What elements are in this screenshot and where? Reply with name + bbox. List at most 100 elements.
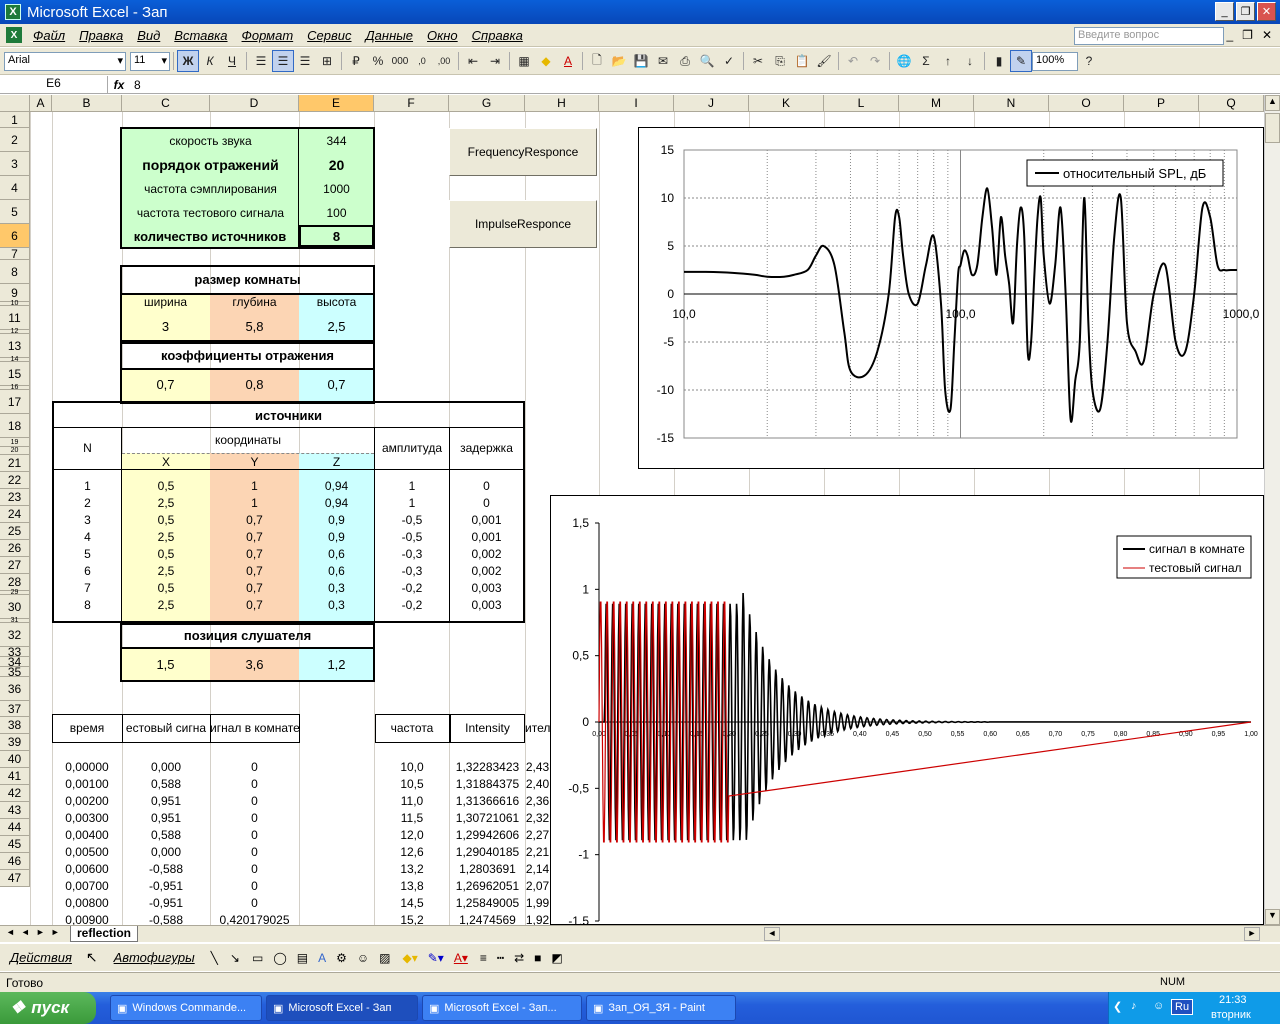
cut-icon[interactable]: ✂ xyxy=(747,50,769,72)
listener-x-value[interactable]: 1,5 xyxy=(121,657,210,672)
column-header-l[interactable]: L xyxy=(824,95,899,112)
source-cell[interactable]: 0,94 xyxy=(299,479,374,493)
source-cell[interactable]: -0,5 xyxy=(375,513,449,527)
frequency-response-chart[interactable]: 15 10 5 0 -5 -10 -15 10,0 100,0 1000,0 относительн… xyxy=(638,127,1264,469)
row-header-19[interactable]: 19 xyxy=(0,438,30,447)
row-header-38[interactable]: 38 xyxy=(0,717,30,734)
undo-icon[interactable]: ↶ xyxy=(842,50,864,72)
source-cell[interactable]: 0,003 xyxy=(450,581,523,595)
sort-ascending-icon[interactable]: ↑ xyxy=(937,50,959,72)
save-icon[interactable]: 💾 xyxy=(630,50,652,72)
data-table-cell[interactable]: 1,30721061 xyxy=(450,811,525,825)
data-table-cell[interactable]: 0,951 xyxy=(122,811,210,825)
excel-app-icon[interactable]: X xyxy=(5,4,21,20)
row-header-40[interactable]: 40 xyxy=(0,751,30,768)
source-cell[interactable]: -0,3 xyxy=(375,547,449,561)
tray-messenger-icon[interactable]: ☺ xyxy=(1153,1000,1164,1012)
workbook-icon[interactable]: X xyxy=(6,27,22,43)
source-cell[interactable]: 0,7 xyxy=(210,581,299,595)
open-folder-icon[interactable]: 📂 xyxy=(608,50,630,72)
data-table-cell[interactable]: 1,29040185 xyxy=(450,845,525,859)
dash-style-icon[interactable]: ┅ xyxy=(497,951,504,965)
merge-cells-icon[interactable]: ⊞ xyxy=(316,50,338,72)
tray-volume-icon[interactable]: ♪ xyxy=(1131,1000,1137,1012)
data-table-cell[interactable]: 1,25849005 xyxy=(450,896,525,910)
line-color-icon[interactable]: ✎▾ xyxy=(428,951,444,965)
autoshapes-menu[interactable]: Автофигуры xyxy=(114,950,195,965)
oval-icon[interactable]: ◯ xyxy=(273,951,286,965)
redo-icon[interactable]: ↷ xyxy=(864,50,886,72)
room-width-value[interactable]: 3 xyxy=(121,319,210,334)
data-table-cell[interactable]: 0,588 xyxy=(122,828,210,842)
column-header-h[interactable]: H xyxy=(525,95,599,112)
row-header-46[interactable]: 46 xyxy=(0,853,30,870)
data-table-cell[interactable]: -0,951 xyxy=(122,896,210,910)
row-header-2[interactable]: 2 xyxy=(0,128,30,152)
data-table-cell[interactable]: 1,29942606 xyxy=(450,828,525,842)
data-table-cell[interactable]: 0 xyxy=(210,845,299,859)
row-header-39[interactable]: 39 xyxy=(0,734,30,751)
decrease-decimal-icon[interactable]: ,00 xyxy=(433,50,455,72)
bold-button[interactable]: Ж xyxy=(177,50,199,72)
data-table-cell[interactable]: 0 xyxy=(210,896,299,910)
row-header-47[interactable]: 47 xyxy=(0,870,30,887)
underline-button[interactable]: Ч xyxy=(221,50,243,72)
thousands-icon[interactable]: 000 xyxy=(389,50,411,72)
source-cell[interactable]: 0,5 xyxy=(122,547,210,561)
fx-icon[interactable]: fx xyxy=(108,78,130,92)
row-header-11[interactable]: 11 xyxy=(0,306,30,330)
data-table-cell[interactable]: 0,00100 xyxy=(52,777,122,791)
row-header-42[interactable]: 42 xyxy=(0,785,30,802)
frequency-response-button[interactable]: FrequencyResponce xyxy=(449,128,597,176)
source-cell[interactable]: -0,5 xyxy=(375,530,449,544)
source-cell[interactable]: 0,003 xyxy=(450,598,523,612)
ask-question-input[interactable]: Введите вопрос xyxy=(1074,27,1224,45)
column-header-c[interactable]: C xyxy=(122,95,210,112)
hscroll-right-icon[interactable]: ► xyxy=(1244,927,1260,941)
row-header-37[interactable]: 37 xyxy=(0,701,30,717)
source-cell[interactable]: 0,5 xyxy=(122,581,210,595)
task-cmd[interactable]: ▣ Windows Commande... xyxy=(110,995,262,1021)
row-header-25[interactable]: 25 xyxy=(0,523,30,540)
source-cell[interactable]: 8 xyxy=(54,598,121,612)
data-table-cell[interactable]: 13,8 xyxy=(375,879,449,893)
column-header-g[interactable]: G xyxy=(449,95,525,112)
column-header-b[interactable]: B xyxy=(52,95,122,112)
format-painter-icon[interactable]: 🖌 xyxy=(813,50,835,72)
menu-edit[interactable]: Правка xyxy=(72,28,130,43)
fill-color-icon[interactable]: ◆▾ xyxy=(402,951,417,965)
room-depth-value[interactable]: 5,8 xyxy=(210,319,299,334)
column-header-d[interactable]: D xyxy=(210,95,299,112)
data-table-cell[interactable]: -0,588 xyxy=(122,913,210,925)
formula-input[interactable]: 8 xyxy=(130,78,141,92)
source-cell[interactable]: 0,9 xyxy=(299,530,374,544)
picture-icon[interactable]: ▨ xyxy=(379,951,390,965)
data-table-cell[interactable]: 0,00200 xyxy=(52,794,122,808)
data-table-cell[interactable]: 2,21 xyxy=(525,845,550,859)
data-table-cell[interactable]: 12,0 xyxy=(375,828,449,842)
row-header-45[interactable]: 45 xyxy=(0,836,30,853)
source-cell[interactable]: 1 xyxy=(210,479,299,493)
source-cell[interactable]: 0 xyxy=(450,496,523,510)
source-cell[interactable]: 7 xyxy=(54,581,121,595)
source-cell[interactable]: 2,5 xyxy=(122,598,210,612)
increase-indent-icon[interactable]: ⇥ xyxy=(484,50,506,72)
scroll-thumb[interactable] xyxy=(1265,113,1280,143)
data-table-cell[interactable]: 14,5 xyxy=(375,896,449,910)
data-table-cell[interactable]: 0,00800 xyxy=(52,896,122,910)
data-table-cell[interactable]: 2,27 xyxy=(525,828,550,842)
row-header-22[interactable]: 22 xyxy=(0,472,30,489)
spelling-icon[interactable]: ✓ xyxy=(718,50,740,72)
column-header-k[interactable]: K xyxy=(749,95,824,112)
doc-restore-button[interactable]: ❐ xyxy=(1242,28,1253,42)
3d-icon[interactable]: ◩ xyxy=(551,951,562,965)
tab-nav-arrows-icon[interactable]: ◄◄►► xyxy=(6,927,66,937)
listener-y-value[interactable]: 3,6 xyxy=(210,657,299,672)
data-table-cell[interactable]: 2,40 xyxy=(525,777,550,791)
data-table-cell[interactable]: 15,2 xyxy=(375,913,449,925)
diagram-icon[interactable]: ⚙ xyxy=(336,951,347,965)
task-excel-2[interactable]: ▣ Microsoft Excel - Зап... xyxy=(422,995,582,1021)
listener-z-value[interactable]: 1,2 xyxy=(299,657,374,672)
align-left-icon[interactable]: ☰ xyxy=(250,50,272,72)
menu-help[interactable]: Справка xyxy=(465,28,530,43)
